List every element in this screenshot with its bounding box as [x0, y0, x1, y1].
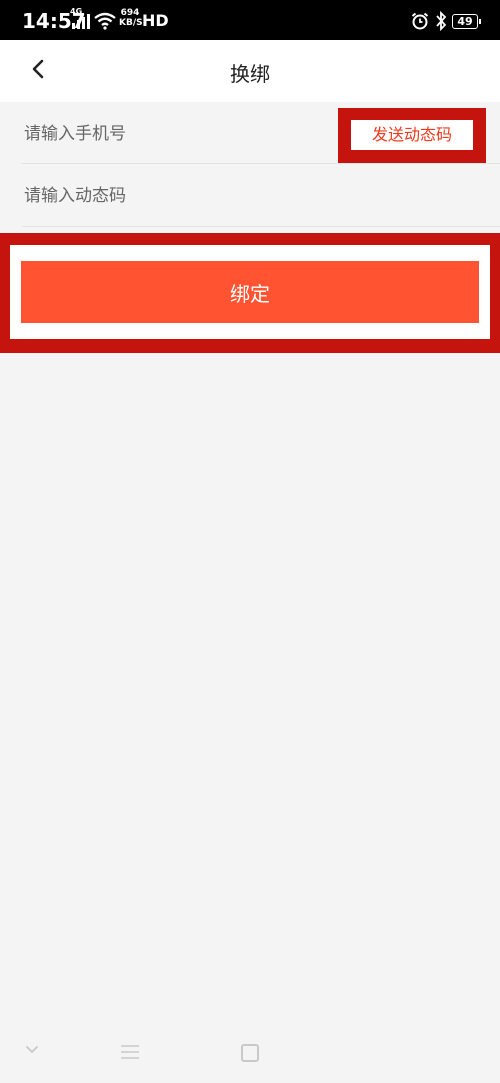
header: 换绑: [0, 40, 500, 102]
phone-row: 发送动态码: [0, 102, 500, 164]
status-bar: 14:57 4G 694 KB/S HD 49: [0, 0, 500, 40]
bluetooth-icon: [436, 11, 447, 31]
network-type: 4G: [70, 7, 83, 16]
wifi-icon: [94, 12, 116, 30]
code-input[interactable]: [22, 180, 326, 212]
send-code-highlight: 发送动态码: [338, 108, 486, 163]
navigation-bar: [0, 1023, 500, 1083]
page-title: 换绑: [230, 62, 270, 86]
cell-signal-icon: 4G: [70, 7, 92, 29]
send-code-button[interactable]: 发送动态码: [351, 120, 473, 150]
bind-button-container: 绑定: [10, 245, 490, 339]
phone-input[interactable]: [22, 118, 326, 150]
bind-form: 发送动态码: [0, 102, 500, 227]
bind-button[interactable]: 绑定: [21, 261, 479, 323]
nav-home-icon[interactable]: [241, 1044, 259, 1062]
network-speed-value: 694: [120, 8, 140, 18]
divider: [22, 226, 500, 227]
code-row: [0, 164, 500, 227]
network-speed: 694 KB/S: [119, 8, 143, 28]
nav-back-icon[interactable]: [22, 1043, 42, 1057]
bind-highlight: 绑定: [0, 233, 500, 353]
battery-icon: 49: [452, 14, 481, 29]
alarm-icon: [411, 12, 429, 30]
screen: 14:57 4G 694 KB/S HD 49 换绑 请输入手机号 发送动态码 …: [0, 0, 500, 1083]
hd-indicator: HD: [142, 11, 169, 30]
network-speed-unit: KB/S: [119, 18, 143, 28]
battery-level: 49: [457, 15, 473, 28]
nav-menu-icon[interactable]: [120, 1044, 140, 1060]
